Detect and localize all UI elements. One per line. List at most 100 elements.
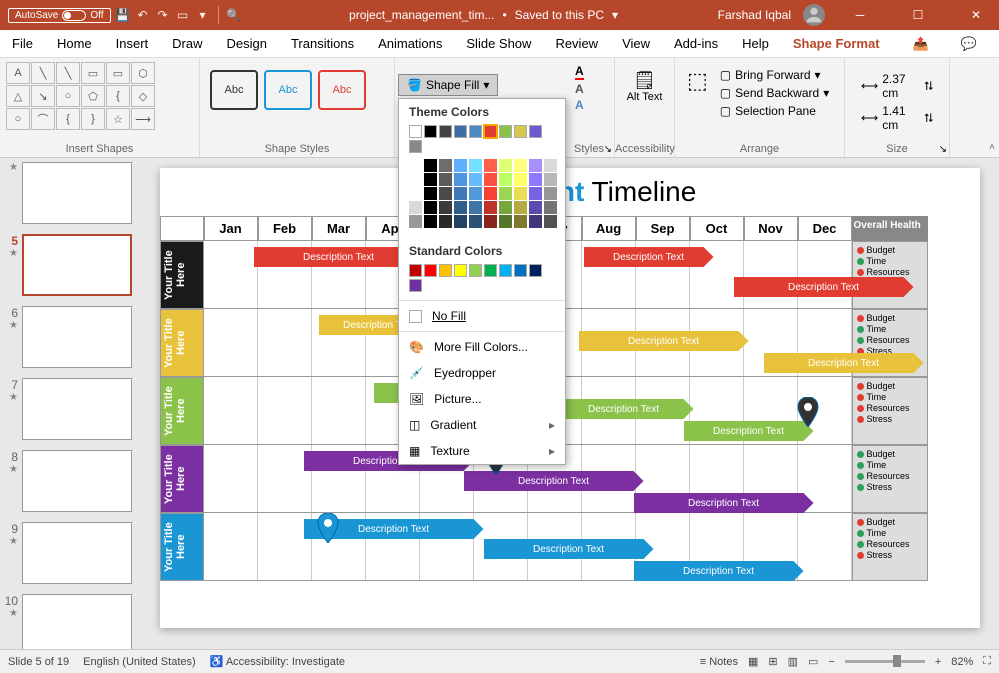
shade-swatch[interactable] <box>544 159 557 172</box>
maximize-button[interactable]: ☐ <box>895 0 941 30</box>
send-backward-button[interactable]: ▢ Send Backward ▾ <box>714 84 835 102</box>
shade-swatch[interactable] <box>544 187 557 200</box>
comments-icon[interactable]: 💬 <box>949 36 989 52</box>
shade-swatch[interactable] <box>409 159 422 172</box>
standard-swatch[interactable] <box>454 264 467 277</box>
menu-review[interactable]: Review <box>543 36 610 51</box>
slide-thumbnail[interactable] <box>22 522 132 584</box>
no-fill-item[interactable]: No Fill <box>399 303 565 329</box>
timeline-bar[interactable]: Description Text <box>484 539 654 559</box>
shade-swatch[interactable] <box>514 173 527 186</box>
collapse-ribbon-icon[interactable]: ˄ <box>989 142 995 153</box>
standard-swatch[interactable] <box>499 264 512 277</box>
shade-swatch[interactable] <box>529 187 542 200</box>
width-input[interactable]: ⟷ 1.41 cm ⮁ <box>855 102 939 134</box>
shade-swatch[interactable] <box>484 187 497 200</box>
shade-swatch[interactable] <box>409 187 422 200</box>
gradient-item[interactable]: ◫Gradient▸ <box>399 412 565 438</box>
theme-swatch[interactable] <box>409 140 422 153</box>
slide-count[interactable]: Slide 5 of 19 <box>8 656 69 668</box>
redo-icon[interactable]: ↷ <box>155 7 171 23</box>
standard-swatch[interactable] <box>409 264 422 277</box>
autosave-toggle[interactable]: AutoSaveOff <box>8 8 111 23</box>
map-pin-icon[interactable] <box>796 397 820 427</box>
shade-swatch[interactable] <box>529 215 542 228</box>
shade-swatch[interactable] <box>454 159 467 172</box>
texture-item[interactable]: ▦Texture▸ <box>399 438 565 464</box>
shade-swatch[interactable] <box>469 187 482 200</box>
shade-swatch[interactable] <box>529 173 542 186</box>
theme-swatch[interactable] <box>424 125 437 138</box>
timeline-bar[interactable]: Description Text <box>554 399 694 419</box>
shade-swatch[interactable] <box>544 173 557 186</box>
shade-swatch[interactable] <box>499 201 512 214</box>
shade-swatch[interactable] <box>484 159 497 172</box>
shade-swatch[interactable] <box>484 173 497 186</box>
qat-more-icon[interactable]: ▾ <box>195 7 211 23</box>
picture-fill-item[interactable]: 🖼Picture... <box>399 386 565 412</box>
shade-swatch[interactable] <box>409 173 422 186</box>
slide-thumbnail[interactable] <box>22 306 132 368</box>
shade-swatch[interactable] <box>484 201 497 214</box>
shade-swatch[interactable] <box>439 187 452 200</box>
menu-shape-format[interactable]: Shape Format <box>781 36 892 51</box>
theme-swatch[interactable] <box>454 125 467 138</box>
search-icon[interactable]: 🔍 <box>226 7 242 23</box>
slide-thumbnail[interactable] <box>22 234 132 296</box>
shade-swatch[interactable] <box>409 201 422 214</box>
slide-canvas[interactable]: 3 Pgement Timeline JanFebMarAprMayJunJul… <box>160 168 980 628</box>
selection-pane-button[interactable]: ▢ Selection Pane <box>714 102 835 120</box>
user-name[interactable]: Farshad Iqbal <box>718 8 791 22</box>
standard-swatch[interactable] <box>439 264 452 277</box>
slide-thumbnail[interactable] <box>22 450 132 512</box>
menu-home[interactable]: Home <box>45 36 104 51</box>
shade-swatch[interactable] <box>424 173 437 186</box>
shade-swatch[interactable] <box>454 187 467 200</box>
shade-swatch[interactable] <box>514 201 527 214</box>
shade-swatch[interactable] <box>454 201 467 214</box>
zoom-slider[interactable] <box>845 660 925 663</box>
zoom-level[interactable]: 82% <box>951 656 973 668</box>
shade-swatch[interactable] <box>529 159 542 172</box>
shade-swatch[interactable] <box>529 201 542 214</box>
shade-swatch[interactable] <box>544 215 557 228</box>
shade-swatch[interactable] <box>469 173 482 186</box>
minimize-button[interactable]: ─ <box>837 0 883 30</box>
timeline-bar[interactable]: Description Text <box>634 561 804 581</box>
shade-swatch[interactable] <box>439 215 452 228</box>
theme-swatch[interactable] <box>484 125 497 138</box>
menu-transitions[interactable]: Transitions <box>279 36 366 51</box>
timeline-bar[interactable]: Description Text <box>584 247 714 267</box>
shape-styles-gallery[interactable]: Abc Abc Abc <box>206 62 388 118</box>
bring-forward-button[interactable]: ▢ Bring Forward ▾ <box>714 66 835 84</box>
shade-swatch[interactable] <box>514 215 527 228</box>
menu-insert[interactable]: Insert <box>104 36 161 51</box>
shade-swatch[interactable] <box>469 159 482 172</box>
timeline-bar[interactable]: Description Text <box>764 353 924 373</box>
menu-slideshow[interactable]: Slide Show <box>454 36 543 51</box>
notes-button[interactable]: ≡ Notes <box>700 656 738 668</box>
shade-swatch[interactable] <box>499 159 512 172</box>
save-icon[interactable]: 💾 <box>115 7 131 23</box>
height-input[interactable]: ⟷ 2.37 cm ⮁ <box>855 70 939 102</box>
shape-fill-button[interactable]: 🪣 Shape Fill ▾ <box>398 74 498 96</box>
zoom-out-icon[interactable]: − <box>828 656 834 668</box>
text-effects-icon[interactable]: A <box>575 98 584 112</box>
menu-view[interactable]: View <box>610 36 662 51</box>
text-outline-icon[interactable]: A <box>575 82 584 96</box>
theme-swatch[interactable] <box>439 125 452 138</box>
accessibility-check[interactable]: ♿ Accessibility: Investigate <box>210 655 345 668</box>
share-icon[interactable]: 📤 <box>901 36 941 52</box>
timeline-bar[interactable]: Description Text <box>634 493 814 513</box>
shade-swatch[interactable] <box>454 215 467 228</box>
sorter-view-icon[interactable]: ⊞ <box>768 655 777 668</box>
slideshow-icon[interactable]: ▭ <box>175 7 191 23</box>
menu-file[interactable]: File <box>0 36 45 51</box>
arrange-icon[interactable]: ⬚ <box>687 68 708 94</box>
standard-swatch[interactable] <box>409 279 422 292</box>
shade-swatch[interactable] <box>514 159 527 172</box>
timeline-bar[interactable]: Description Text <box>684 421 814 441</box>
shade-swatch[interactable] <box>424 201 437 214</box>
theme-swatch[interactable] <box>514 125 527 138</box>
slide-thumbnail[interactable] <box>22 162 132 224</box>
